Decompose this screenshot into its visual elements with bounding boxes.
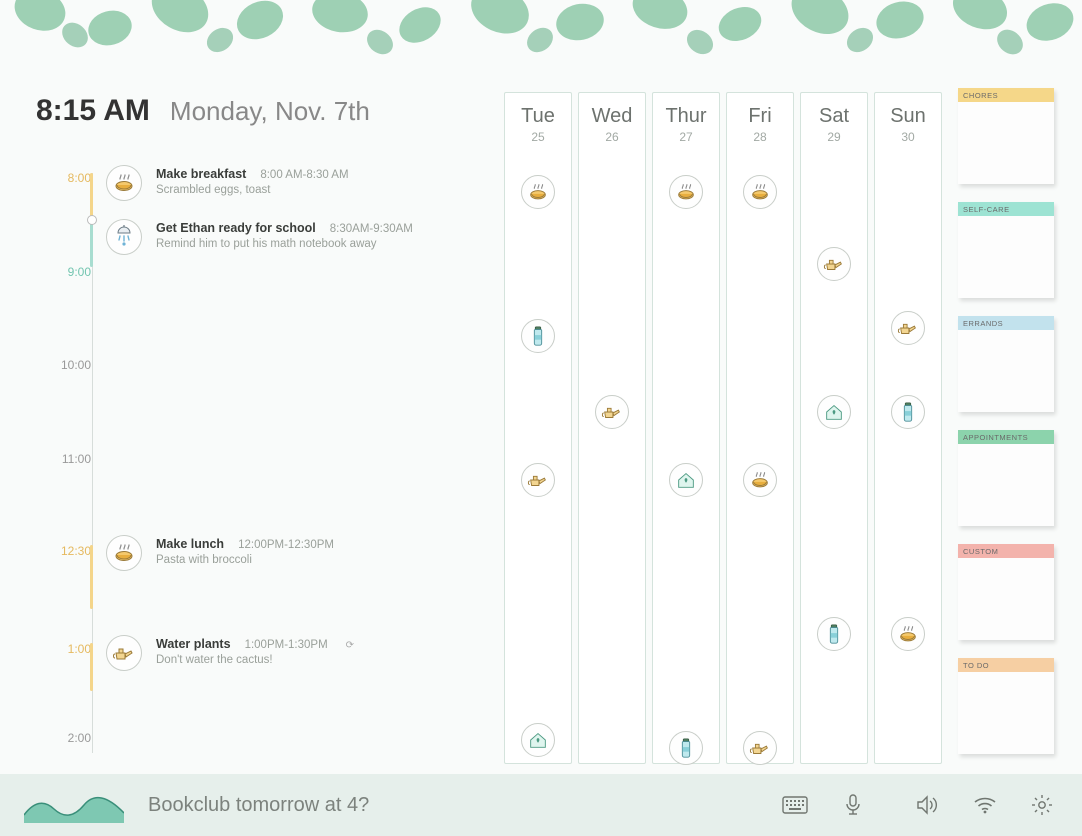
day-column[interactable]: Tue 25	[504, 92, 572, 764]
day-column[interactable]: Thur 27	[652, 92, 720, 764]
water-bottle-icon[interactable]	[817, 617, 851, 651]
volume-icon[interactable]	[910, 789, 944, 821]
day-column[interactable]: Sat 29	[800, 92, 868, 764]
time-tick: 10:00	[61, 358, 91, 372]
house-icon[interactable]	[669, 463, 703, 497]
bottom-bar: Bookclub tomorrow at 4?	[0, 774, 1082, 836]
watering-can-icon[interactable]	[521, 463, 555, 497]
day-name: Sun	[875, 105, 941, 128]
water-bottle-icon[interactable]	[521, 319, 555, 353]
today-timeline: 8:00 9:00 10:00 11:00 12:30 1:00 2:00 Make bre…	[36, 165, 476, 765]
day-column[interactable]: Wed 26	[578, 92, 646, 764]
day-number: 27	[653, 130, 719, 144]
wave-logo	[24, 787, 124, 823]
watering-can-icon[interactable]	[595, 395, 629, 429]
time-tick: 8:00	[68, 171, 91, 185]
time-tick: 11:00	[62, 452, 91, 466]
timeline-segment	[90, 173, 93, 219]
task-title: Make breakfast	[156, 167, 246, 181]
house-icon[interactable]	[817, 395, 851, 429]
day-number: 30	[875, 130, 941, 144]
task-note: Don't water the cactus!	[156, 654, 354, 666]
time-tick: 12:30	[61, 544, 91, 558]
task-note: Remind him to put his math notebook away	[156, 238, 413, 250]
task-note: Pasta with broccoli	[156, 554, 334, 566]
task-note: Scrambled eggs, toast	[156, 184, 349, 196]
week-columns: Tue 25 Wed 26 Thur 27 Fri 28 Sat 29 Sun 30	[504, 92, 942, 764]
day-name: Thur	[653, 105, 719, 128]
watering-can-icon[interactable]	[743, 731, 777, 765]
shower-icon	[106, 219, 142, 255]
task-item[interactable]: Get Ethan ready for school 8:30AM-9:30AM R…	[106, 219, 413, 255]
watering-can-icon[interactable]	[891, 311, 925, 345]
day-name: Sat	[801, 105, 867, 128]
task-item[interactable]: Make lunch 12:00PM-12:30PM Pasta with broc…	[106, 535, 334, 571]
day-number: 29	[801, 130, 867, 144]
current-time: 8:15 AM	[36, 94, 150, 128]
header: 8:15 AM Monday, Nov. 7th	[36, 94, 370, 128]
repeat-icon: ⟳	[346, 640, 354, 651]
sticky-label: APPOINTMENTS	[958, 430, 1054, 444]
task-time: 12:00PM-12:30PM	[238, 539, 334, 551]
task-item[interactable]: Make breakfast 8:00 AM-8:30 AM Scrambled e…	[106, 165, 349, 201]
day-name: Fri	[727, 105, 793, 128]
bowl-icon[interactable]	[743, 175, 777, 209]
gear-icon[interactable]	[1026, 789, 1058, 821]
current-date: Monday, Nov. 7th	[170, 96, 370, 127]
task-time: 8:30AM-9:30AM	[330, 223, 413, 235]
task-item[interactable]: Water plants 1:00PM-1:30PM ⟳ Don't water th…	[106, 635, 354, 671]
wifi-icon[interactable]	[968, 790, 1002, 820]
sticky-label: ERRANDS	[958, 316, 1054, 330]
timeline-segment	[90, 643, 93, 691]
task-title: Water plants	[156, 637, 231, 651]
bowl-icon[interactable]	[521, 175, 555, 209]
bowl-icon[interactable]	[743, 463, 777, 497]
timeline-segment	[90, 545, 93, 609]
water-bottle-icon[interactable]	[669, 731, 703, 765]
sticky-note[interactable]: CHORES	[958, 88, 1054, 184]
task-title: Make lunch	[156, 537, 224, 551]
day-name: Wed	[579, 105, 645, 128]
day-number: 28	[727, 130, 793, 144]
bowl-icon	[106, 165, 142, 201]
task-time: 1:00PM-1:30PM	[245, 639, 328, 651]
sticky-note[interactable]: TO DO	[958, 658, 1054, 754]
sticky-label: CUSTOM	[958, 544, 1054, 558]
microphone-icon[interactable]	[838, 788, 868, 822]
sticky-label: TO DO	[958, 658, 1054, 672]
day-number: 25	[505, 130, 571, 144]
sticky-label: CHORES	[958, 88, 1054, 102]
sticky-note[interactable]: CUSTOM	[958, 544, 1054, 640]
time-tick: 2:00	[68, 731, 91, 745]
sticky-categories: CHORES SELF-CARE ERRANDS APPOINTMENTS CUSTOM…	[958, 88, 1058, 754]
task-time: 8:00 AM-8:30 AM	[260, 169, 348, 181]
reminder-text[interactable]: Bookclub tomorrow at 4?	[148, 794, 369, 817]
sticky-note[interactable]: APPOINTMENTS	[958, 430, 1054, 526]
leaves-banner	[0, 0, 1082, 70]
bowl-icon[interactable]	[891, 617, 925, 651]
bowl-icon[interactable]	[669, 175, 703, 209]
watering-can-icon	[106, 635, 142, 671]
timeline-segment	[90, 219, 93, 267]
water-bottle-icon[interactable]	[891, 395, 925, 429]
bowl-icon	[106, 535, 142, 571]
sticky-note[interactable]: SELF-CARE	[958, 202, 1054, 298]
time-tick: 9:00	[68, 265, 91, 279]
task-title: Get Ethan ready for school	[156, 221, 316, 235]
now-indicator	[87, 215, 97, 225]
sticky-label: SELF-CARE	[958, 202, 1054, 216]
sticky-note[interactable]: ERRANDS	[958, 316, 1054, 412]
day-column[interactable]: Fri 28	[726, 92, 794, 764]
keyboard-icon[interactable]	[776, 790, 814, 820]
house-icon[interactable]	[521, 723, 555, 757]
watering-can-icon[interactable]	[817, 247, 851, 281]
day-column[interactable]: Sun 30	[874, 92, 942, 764]
day-number: 26	[579, 130, 645, 144]
day-name: Tue	[505, 105, 571, 128]
time-tick: 1:00	[68, 642, 91, 656]
